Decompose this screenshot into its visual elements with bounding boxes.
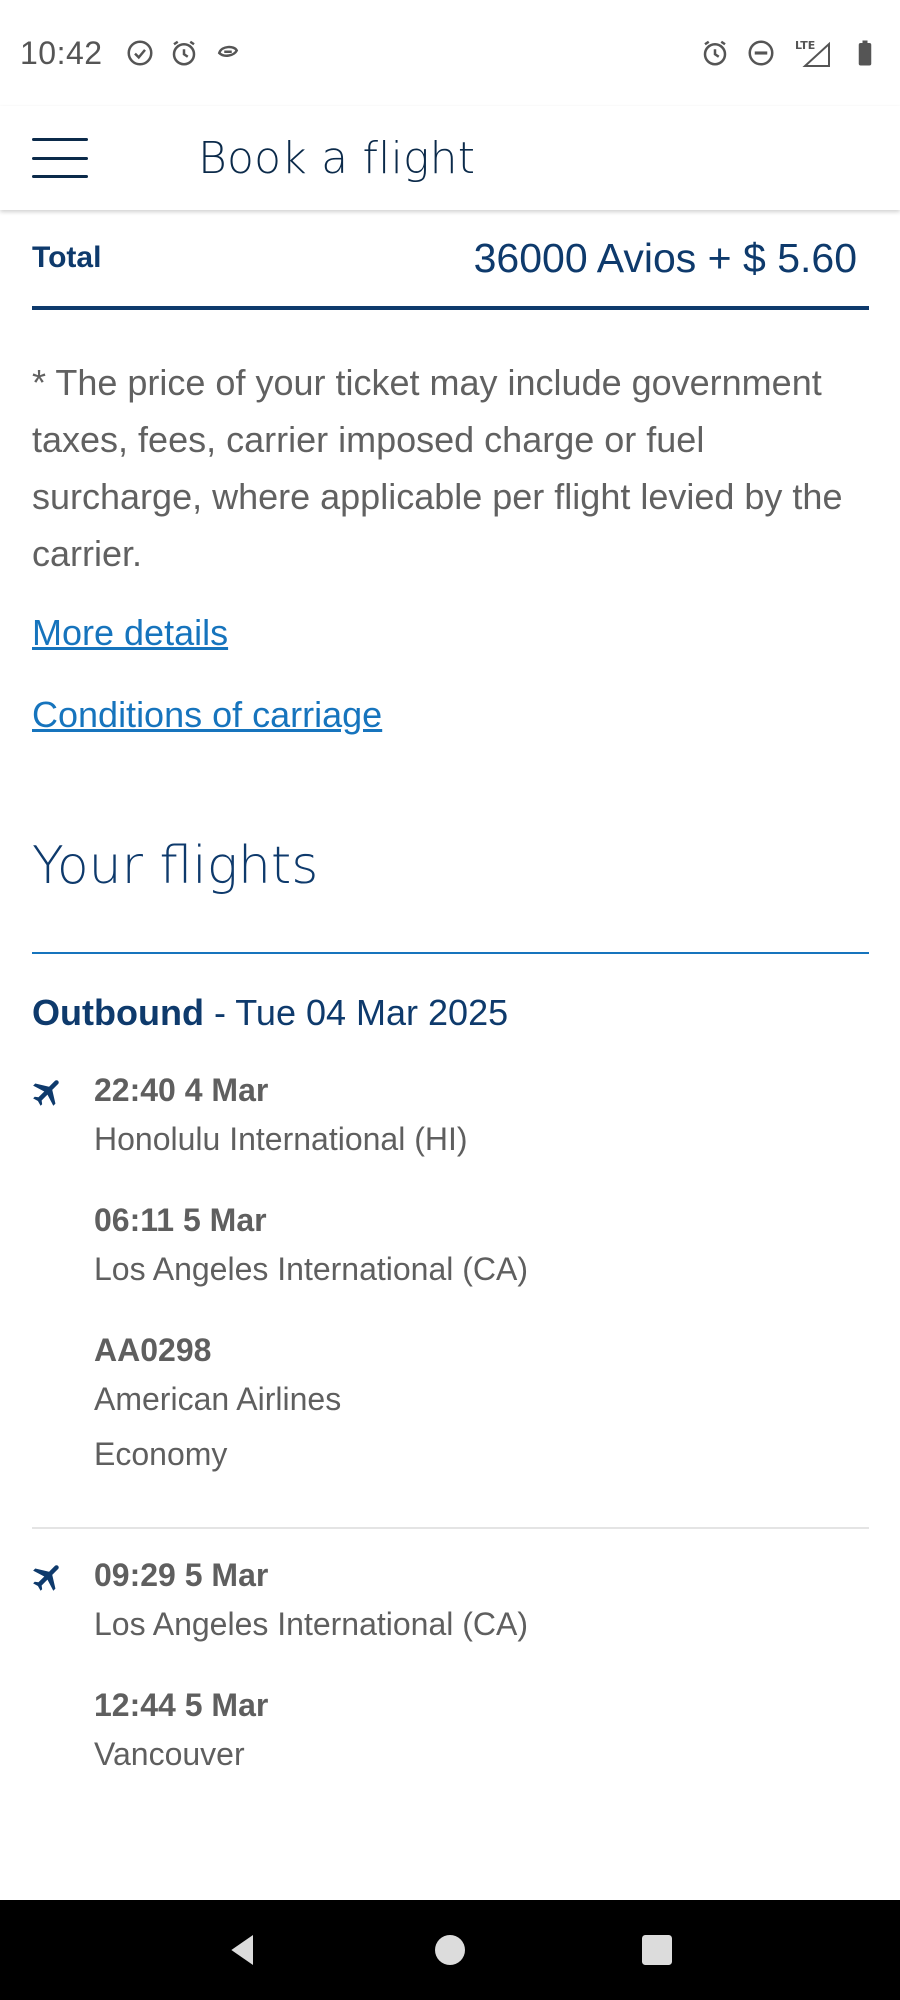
- more-details-link[interactable]: More details: [32, 612, 228, 654]
- arrival-airport: Los Angeles International (CA): [94, 1251, 529, 1287]
- navigation-bar: [0, 1900, 900, 2000]
- app-notification-icon: [217, 45, 238, 57]
- departure-leg: 09:29 5 Mar Los Angeles International (C…: [94, 1557, 869, 1643]
- lte-text: LTE: [795, 39, 815, 52]
- arrival-time: 06:11 5 Mar: [94, 1202, 267, 1238]
- cabin-class: Economy: [94, 1436, 228, 1472]
- lte-signal-icon: LTE: [795, 39, 830, 67]
- arrival-airport: Vancouver: [94, 1736, 245, 1772]
- check-circle-icon: [127, 40, 153, 66]
- home-icon[interactable]: [430, 1930, 470, 1970]
- carrier-name: American Airlines: [94, 1381, 342, 1417]
- app-bar: Book a flight: [0, 106, 900, 210]
- your-flights-heading: Your flights: [32, 836, 319, 896]
- back-icon[interactable]: [223, 1930, 263, 1970]
- flight-segment: 09:29 5 Mar Los Angeles International (C…: [32, 1557, 869, 1773]
- segment-divider: [32, 1527, 869, 1529]
- outbound-label: Outbound: [32, 992, 204, 1033]
- conditions-of-carriage-link[interactable]: Conditions of carriage: [32, 694, 382, 736]
- departure-leg: 22:40 4 Mar Honolulu International (HI): [94, 1072, 869, 1158]
- total-row: Total 36000 Avios + $ 5.60: [32, 210, 869, 310]
- arrival-leg: 12:44 5 Mar Vancouver: [94, 1687, 869, 1773]
- flight-number: AA0298: [94, 1332, 212, 1368]
- departure-time: 09:29 5 Mar: [94, 1557, 269, 1593]
- status-time: 10:42: [20, 34, 103, 71]
- total-label: Total: [32, 241, 102, 274]
- outbound-date: - Tue 04 Mar 2025: [203, 992, 509, 1033]
- carrier-info: AA0298 American Airlines Economy: [94, 1332, 869, 1473]
- total-value: 36000 Avios + $ 5.60: [473, 234, 857, 281]
- arrival-time: 12:44 5 Mar: [94, 1687, 269, 1723]
- main-content: Total 36000 Avios + $ 5.60 * The price o…: [32, 210, 869, 1817]
- alarm-icon: [703, 40, 727, 66]
- departure-airport: Honolulu International (HI): [94, 1121, 468, 1157]
- recents-icon[interactable]: [637, 1930, 677, 1970]
- status-left-icons: [125, 38, 243, 68]
- flights-divider: [32, 952, 869, 954]
- status-bar: 10:42 LTE: [0, 0, 900, 106]
- battery-icon: [858, 40, 872, 66]
- plane-icon: [33, 1565, 59, 1591]
- outbound-header: Outbound - Tue 04 Mar 2025: [32, 992, 869, 1034]
- page-title: Book a flight: [198, 132, 476, 184]
- departure-airport: Los Angeles International (CA): [94, 1606, 529, 1642]
- arrival-leg: 06:11 5 Mar Los Angeles International (C…: [94, 1202, 869, 1288]
- price-disclaimer: * The price of your ticket may include g…: [32, 362, 843, 574]
- do-not-disturb-icon: [748, 40, 774, 66]
- plane-icon: [33, 1080, 59, 1106]
- hamburger-menu-icon[interactable]: [32, 138, 88, 178]
- flight-segment: 22:40 4 Mar Honolulu International (HI) …: [32, 1072, 869, 1473]
- alarm-icon: [172, 40, 195, 66]
- departure-time: 22:40 4 Mar: [94, 1072, 269, 1108]
- status-right-icons: LTE: [700, 38, 880, 68]
